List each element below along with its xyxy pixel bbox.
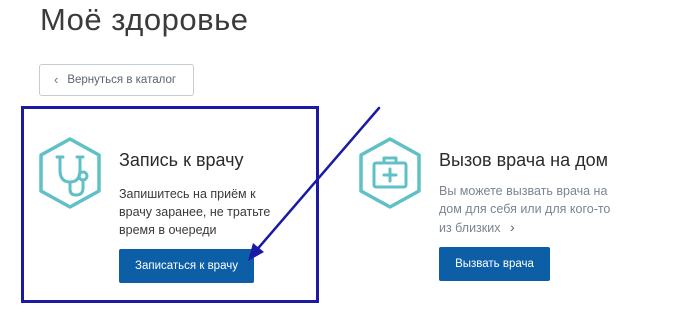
card-description: Запишитесь на приём к врачу заранее, не … [119, 187, 271, 237]
stethoscope-icon [39, 137, 101, 209]
back-button-label: Вернуться в каталог [67, 74, 177, 86]
first-aid-kit-icon [359, 137, 421, 209]
card-title: Вызов врача на дом [439, 150, 608, 170]
page-title: Моё здоровье [40, 2, 249, 37]
back-to-catalog-button[interactable]: ‹ Вернуться в каталог [39, 64, 194, 96]
card-description-text: Вы можете вызвать врача на дом для себя … [439, 184, 611, 235]
page: Моё здоровье ‹ Вернуться в каталог Запис… [0, 0, 696, 330]
book-appointment-button[interactable]: Записаться к врачу [119, 249, 254, 283]
card-title: Запись к врачу [119, 150, 244, 170]
chevron-right-icon[interactable]: › [510, 219, 515, 235]
call-doctor-button[interactable]: Вызвать врача [439, 247, 550, 281]
chevron-left-icon: ‹ [54, 71, 59, 87]
card-description: Вы можете вызвать врача на дом для себя … [439, 182, 623, 237]
